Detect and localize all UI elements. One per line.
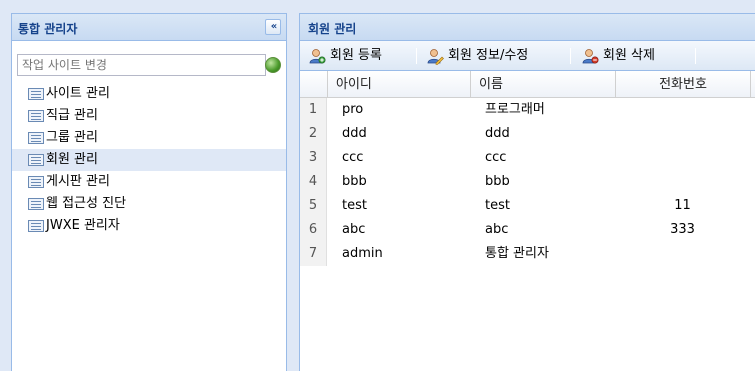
delete-member-label: 회원 삭제 [603, 48, 655, 63]
column-header-label: 아이디 [336, 77, 372, 92]
menu-item-jwxe[interactable]: JWXE 관리자 [12, 215, 286, 237]
table-row[interactable]: 6 abc abc 333 [300, 218, 755, 242]
cell-phone [615, 242, 750, 266]
edit-member-button[interactable]: 회원 정보/수정 [426, 46, 528, 66]
menu-item-accessibility[interactable]: 웹 접근성 진단 [12, 193, 286, 215]
cell-name: 통합 관리자 [485, 246, 549, 261]
row-number: 1 [300, 98, 327, 122]
menu-item-label: 게시판 관리 [46, 174, 110, 189]
table-row[interactable]: 5 test test 11 [300, 194, 755, 218]
column-header-phone[interactable]: 전화번호 [615, 71, 750, 98]
left-panel-title: 통합 관리자 [18, 22, 78, 36]
right-panel: 회원 관리 회원 등록 회원 정보/수정 회원 삭제 아이디 이름 전화번호 1… [299, 13, 755, 371]
site-select-input[interactable] [17, 54, 266, 76]
menu-item-group[interactable]: 그룹 관리 [12, 127, 286, 149]
user-delete-icon [582, 49, 599, 64]
cell-id: abc [342, 222, 366, 237]
grid-header: 아이디 이름 전화번호 [300, 71, 755, 98]
list-icon [28, 154, 44, 166]
right-panel-header: 회원 관리 [300, 14, 755, 41]
toolbar-separator [570, 48, 571, 64]
table-row[interactable]: 7 admin 통합 관리자 [300, 242, 755, 266]
collapse-button[interactable]: « [265, 19, 281, 35]
menu-item-label: 사이트 관리 [46, 86, 110, 101]
site-select-row [12, 54, 286, 78]
member-grid: 아이디 이름 전화번호 1 pro 프로그래머 2 ddd ddd 3 ccc … [300, 71, 755, 266]
cell-id: test [342, 198, 367, 213]
row-number: 6 [300, 218, 327, 242]
list-icon [28, 176, 44, 188]
toolbar-separator [416, 48, 417, 64]
list-icon [28, 88, 44, 100]
globe-icon[interactable] [265, 57, 281, 73]
user-edit-icon [427, 49, 444, 65]
toolbar-separator [695, 48, 696, 64]
double-chevron-left-icon: « [270, 21, 278, 32]
menu-item-label: 그룹 관리 [46, 130, 98, 145]
user-add-icon [309, 49, 326, 64]
menu-item-label: 직급 관리 [46, 108, 98, 123]
cell-phone [615, 122, 750, 146]
cell-name: test [485, 198, 510, 213]
list-icon [28, 198, 44, 210]
list-icon [28, 220, 44, 232]
column-header-name[interactable]: 이름 [470, 71, 615, 98]
cell-id: ccc [342, 150, 364, 165]
column-header-label: 전화번호 [659, 77, 707, 92]
register-member-label: 회원 등록 [330, 48, 382, 63]
menu-item-label: 회원 관리 [46, 152, 98, 167]
cell-phone [615, 146, 750, 170]
edit-member-label: 회원 정보/수정 [448, 48, 529, 63]
cell-name: abc [485, 222, 509, 237]
table-row[interactable]: 3 ccc ccc [300, 146, 755, 170]
register-member-button[interactable]: 회원 등록 [308, 46, 382, 66]
toolbar: 회원 등록 회원 정보/수정 회원 삭제 [300, 41, 755, 71]
delete-member-button[interactable]: 회원 삭제 [581, 46, 655, 66]
cell-phone: 11 [674, 198, 691, 213]
row-number: 4 [300, 170, 327, 194]
left-panel-header: 통합 관리자 « [12, 14, 286, 41]
left-panel: 통합 관리자 « 사이트 관리 직급 관리 그룹 관리 [11, 13, 287, 371]
cell-phone [615, 98, 750, 122]
cell-phone [615, 170, 750, 194]
cell-id: pro [342, 102, 364, 117]
cell-name: ddd [485, 126, 510, 141]
row-number: 7 [300, 242, 327, 266]
column-header-id[interactable]: 아이디 [327, 71, 470, 98]
column-header-label: 이름 [479, 77, 503, 92]
cell-phone: 333 [670, 222, 695, 237]
cell-id: admin [342, 246, 383, 261]
row-number: 2 [300, 122, 327, 146]
menu-item-label: 웹 접근성 진단 [46, 196, 127, 211]
menu-item-board[interactable]: 게시판 관리 [12, 171, 286, 193]
right-panel-title: 회원 관리 [308, 22, 357, 36]
admin-window: 통합 관리자 « 사이트 관리 직급 관리 그룹 관리 [0, 0, 755, 371]
column-header-filler [750, 71, 755, 98]
cell-name: bbb [485, 174, 510, 189]
menu-item-label: JWXE 관리자 [46, 218, 120, 233]
menu-item-site[interactable]: 사이트 관리 [12, 83, 286, 105]
menu-item-rank[interactable]: 직급 관리 [12, 105, 286, 127]
list-icon [28, 110, 44, 122]
row-number: 3 [300, 146, 327, 170]
cell-name: 프로그래머 [485, 102, 545, 117]
cell-name: ccc [485, 150, 507, 165]
table-row[interactable]: 2 ddd ddd [300, 122, 755, 146]
list-icon [28, 132, 44, 144]
menu-item-member[interactable]: 회원 관리 [12, 149, 286, 171]
table-row[interactable]: 1 pro 프로그래머 [300, 98, 755, 122]
cell-id: bbb [342, 174, 367, 189]
row-number: 5 [300, 194, 327, 218]
menu-tree: 사이트 관리 직급 관리 그룹 관리 회원 관리 게시판 관리 웹 접근성 진단 [12, 83, 286, 237]
cell-id: ddd [342, 126, 367, 141]
table-row[interactable]: 4 bbb bbb [300, 170, 755, 194]
